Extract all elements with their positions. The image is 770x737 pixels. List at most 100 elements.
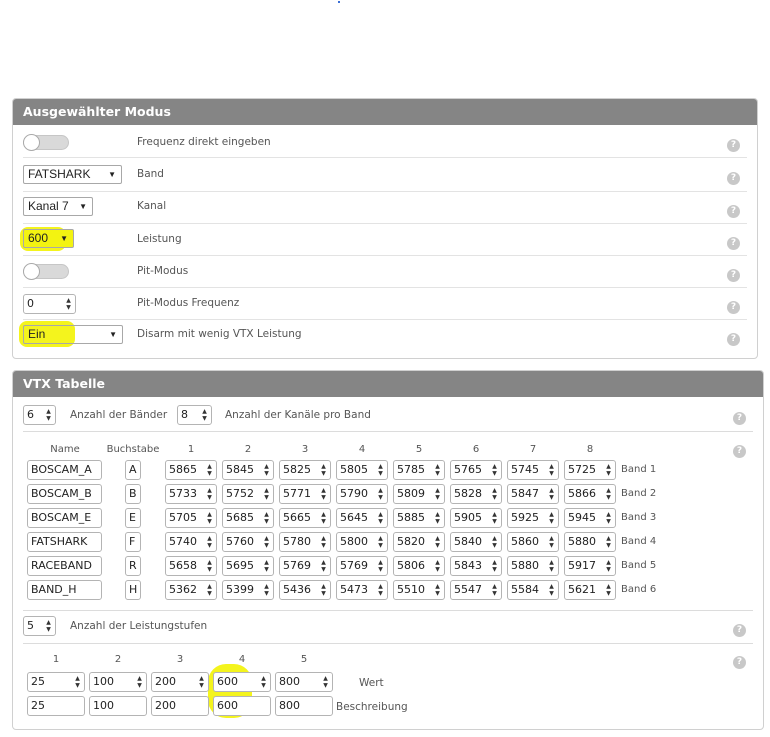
spinner-arrows-icon[interactable]: ▲ ▼ xyxy=(548,559,555,573)
band-freq-input[interactable]: 5769 ▲ ▼ xyxy=(279,556,331,576)
spinner-arrows-icon[interactable]: ▲ ▼ xyxy=(377,463,384,477)
band-freq-input[interactable]: 5760 ▲ ▼ xyxy=(222,532,274,552)
spinner-arrows-icon[interactable]: ▲ ▼ xyxy=(548,511,555,525)
spinner-arrows-icon[interactable]: ▲ ▼ xyxy=(605,511,612,525)
spinner-arrows-icon[interactable]: ▲ ▼ xyxy=(206,487,213,501)
band-freq-input[interactable]: 5752 ▲ ▼ xyxy=(222,484,274,504)
power-value-input[interactable]: 200 ▲ ▼ xyxy=(151,672,209,692)
band-letter-input[interactable]: B xyxy=(125,484,141,504)
band-freq-input[interactable]: 5510 ▲ ▼ xyxy=(393,580,445,600)
band-freq-input[interactable]: 5945 ▲ ▼ xyxy=(564,508,616,528)
power-desc-input[interactable]: 25 xyxy=(27,696,85,716)
spinner-arrows-icon[interactable]: ▲ ▼ xyxy=(491,559,498,573)
band-freq-input[interactable]: 5820 ▲ ▼ xyxy=(393,532,445,552)
band-letter-input[interactable]: H xyxy=(125,580,141,600)
power-select[interactable]: 600 ▼ xyxy=(23,229,74,248)
help-icon[interactable]: ? xyxy=(727,237,740,250)
help-icon[interactable]: ? xyxy=(733,656,746,669)
band-freq-input[interactable]: 5790 ▲ ▼ xyxy=(336,484,388,504)
band-freq-input[interactable]: 5725 ▲ ▼ xyxy=(564,460,616,480)
spinner-arrows-icon[interactable]: ▲ ▼ xyxy=(206,583,213,597)
band-freq-input[interactable]: 5685 ▲ ▼ xyxy=(222,508,274,528)
band-freq-input[interactable]: 5847 ▲ ▼ xyxy=(507,484,559,504)
spinner-arrows-icon[interactable]: ▲ ▼ xyxy=(491,487,498,501)
spinner-arrows-icon[interactable]: ▲ ▼ xyxy=(263,463,270,477)
spinner-arrows-icon[interactable]: ▲ ▼ xyxy=(605,487,612,501)
power-value-input[interactable]: 800 ▲ ▼ xyxy=(275,672,333,692)
freq-direct-toggle[interactable] xyxy=(23,134,69,151)
band-freq-input[interactable]: 5806 ▲ ▼ xyxy=(393,556,445,576)
band-freq-input[interactable]: 5880 ▲ ▼ xyxy=(507,556,559,576)
band-freq-input[interactable]: 5769 ▲ ▼ xyxy=(336,556,388,576)
help-icon[interactable]: ? xyxy=(727,139,740,152)
spinner-arrows-icon[interactable]: ▲ ▼ xyxy=(491,511,498,525)
band-freq-input[interactable]: 5705 ▲ ▼ xyxy=(165,508,217,528)
band-freq-input[interactable]: 5785 ▲ ▼ xyxy=(393,460,445,480)
band-freq-input[interactable]: 5809 ▲ ▼ xyxy=(393,484,445,504)
spinner-arrows-icon[interactable]: ▲ ▼ xyxy=(491,463,498,477)
spinner-arrows-icon[interactable]: ▲ ▼ xyxy=(65,297,72,311)
band-letter-input[interactable]: E xyxy=(125,508,141,528)
band-freq-input[interactable]: 5885 ▲ ▼ xyxy=(393,508,445,528)
power-desc-input[interactable]: 800 xyxy=(275,696,333,716)
band-name-input[interactable]: FATSHARK xyxy=(27,532,102,552)
spinner-arrows-icon[interactable]: ▲ ▼ xyxy=(260,675,267,689)
band-freq-input[interactable]: 5771 ▲ ▼ xyxy=(279,484,331,504)
band-freq-input[interactable]: 5473 ▲ ▼ xyxy=(336,580,388,600)
band-letter-input[interactable]: F xyxy=(125,532,141,552)
spinner-arrows-icon[interactable]: ▲ ▼ xyxy=(74,675,81,689)
spinner-arrows-icon[interactable]: ▲ ▼ xyxy=(377,559,384,573)
spinner-arrows-icon[interactable]: ▲ ▼ xyxy=(263,559,270,573)
spinner-arrows-icon[interactable]: ▲ ▼ xyxy=(320,487,327,501)
band-freq-input[interactable]: 5860 ▲ ▼ xyxy=(507,532,559,552)
band-freq-input[interactable]: 5695 ▲ ▼ xyxy=(222,556,274,576)
channels-count-input[interactable]: 8 ▲ ▼ xyxy=(177,405,212,425)
band-freq-input[interactable]: 5905 ▲ ▼ xyxy=(450,508,502,528)
power-value-input[interactable]: 100 ▲ ▼ xyxy=(89,672,147,692)
band-name-input[interactable]: RACEBAND xyxy=(27,556,102,576)
spinner-arrows-icon[interactable]: ▲ ▼ xyxy=(434,511,441,525)
band-name-input[interactable]: BOSCAM_B xyxy=(27,484,102,504)
power-desc-input[interactable]: 200 xyxy=(151,696,209,716)
spinner-arrows-icon[interactable]: ▲ ▼ xyxy=(605,463,612,477)
spinner-arrows-icon[interactable]: ▲ ▼ xyxy=(263,583,270,597)
band-freq-input[interactable]: 5621 ▲ ▼ xyxy=(564,580,616,600)
band-freq-input[interactable]: 5866 ▲ ▼ xyxy=(564,484,616,504)
spinner-arrows-icon[interactable]: ▲ ▼ xyxy=(377,487,384,501)
spinner-arrows-icon[interactable]: ▲ ▼ xyxy=(434,535,441,549)
power-value-input[interactable]: 25 ▲ ▼ xyxy=(27,672,85,692)
band-name-input[interactable]: BOSCAM_A xyxy=(27,460,102,480)
spinner-arrows-icon[interactable]: ▲ ▼ xyxy=(320,463,327,477)
band-freq-input[interactable]: 5745 ▲ ▼ xyxy=(507,460,559,480)
spinner-arrows-icon[interactable]: ▲ ▼ xyxy=(434,559,441,573)
spinner-arrows-icon[interactable]: ▲ ▼ xyxy=(206,463,213,477)
power-desc-input[interactable]: 600 xyxy=(213,696,271,716)
spinner-arrows-icon[interactable]: ▲ ▼ xyxy=(434,583,441,597)
help-icon[interactable]: ? xyxy=(727,172,740,185)
band-letter-input[interactable]: A xyxy=(125,460,141,480)
band-name-input[interactable]: BOSCAM_E xyxy=(27,508,102,528)
band-freq-input[interactable]: 5399 ▲ ▼ xyxy=(222,580,274,600)
band-select[interactable]: FATSHARK ▼ xyxy=(23,165,122,184)
disarm-select[interactable]: Ein ▼ xyxy=(23,325,123,344)
spinner-arrows-icon[interactable]: ▲ ▼ xyxy=(548,535,555,549)
help-icon[interactable]: ? xyxy=(733,445,746,458)
band-freq-input[interactable]: 5436 ▲ ▼ xyxy=(279,580,331,600)
band-freq-input[interactable]: 5880 ▲ ▼ xyxy=(564,532,616,552)
spinner-arrows-icon[interactable]: ▲ ▼ xyxy=(206,559,213,573)
bands-count-input[interactable]: 6 ▲ ▼ xyxy=(23,405,56,425)
power-value-input[interactable]: 600 ▲ ▼ xyxy=(213,672,271,692)
band-freq-input[interactable]: 5845 ▲ ▼ xyxy=(222,460,274,480)
band-freq-input[interactable]: 5665 ▲ ▼ xyxy=(279,508,331,528)
spinner-arrows-icon[interactable]: ▲ ▼ xyxy=(263,535,270,549)
band-freq-input[interactable]: 5925 ▲ ▼ xyxy=(507,508,559,528)
spinner-arrows-icon[interactable]: ▲ ▼ xyxy=(198,675,205,689)
spinner-arrows-icon[interactable]: ▲ ▼ xyxy=(491,535,498,549)
band-freq-input[interactable]: 5825 ▲ ▼ xyxy=(279,460,331,480)
spinner-arrows-icon[interactable]: ▲ ▼ xyxy=(377,583,384,597)
help-icon[interactable]: ? xyxy=(727,301,740,314)
band-freq-input[interactable]: 5780 ▲ ▼ xyxy=(279,532,331,552)
spinner-arrows-icon[interactable]: ▲ ▼ xyxy=(605,559,612,573)
channel-select[interactable]: Kanal 7 ▼ xyxy=(23,197,93,216)
spinner-arrows-icon[interactable]: ▲ ▼ xyxy=(491,583,498,597)
